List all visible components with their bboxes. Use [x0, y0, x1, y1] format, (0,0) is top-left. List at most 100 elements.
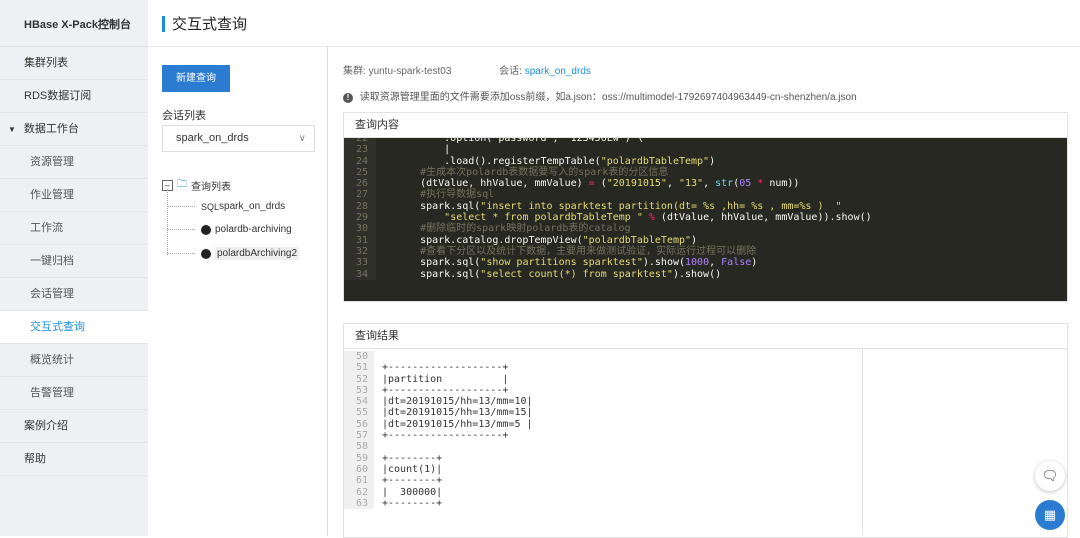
code-text: #删除临时的spark映射polardb表的catalog: [376, 223, 630, 234]
code-token: spark.catalog.dropTempView(: [396, 234, 583, 246]
cluster-label: 集群:: [343, 66, 366, 77]
sidebar-item-2[interactable]: ▼ 数据工作台: [0, 113, 148, 146]
session-link[interactable]: spark_on_drds: [525, 66, 591, 77]
result-line: 59 +--------+: [344, 452, 1067, 464]
code-text: (dtValue, hhValue, mmValue) = ("20191015…: [376, 178, 799, 189]
line-number: 58: [344, 441, 374, 453]
code-line: 28 spark.sql("insert into sparktest part…: [344, 200, 1067, 213]
session-select[interactable]: spark_on_drds ∨: [162, 125, 315, 152]
result-text: [374, 441, 382, 452]
tree-node[interactable]: polardbArchiving2: [167, 247, 300, 260]
python-icon: [201, 224, 211, 235]
tree-connector: [167, 253, 195, 254]
code-token: (: [594, 178, 607, 190]
code-line: 27 #执行导数据sql: [344, 189, 1067, 201]
result-line: 51 +-------------------+: [344, 362, 1067, 374]
sidebar-item-0[interactable]: 集群列表: [0, 47, 148, 80]
code-token: (dtValue, hhValue, mmValue)).show(): [660, 212, 872, 224]
tree-line: [167, 189, 168, 255]
code-token: spark.sql(: [396, 257, 481, 269]
sidebar-item-label: 一键归档: [30, 255, 74, 267]
tree-root[interactable]: – 🗀 查询列表: [162, 177, 231, 194]
sidebar-item-7[interactable]: 会话管理: [0, 278, 148, 311]
code-token: ,: [709, 257, 722, 269]
sidebar-item-4[interactable]: 作业管理: [0, 179, 148, 212]
line-number: 34: [344, 268, 376, 280]
sidebar-item-label: 数据工作台: [23, 123, 79, 135]
code-token: str: [715, 178, 734, 190]
line-number: 23: [344, 144, 376, 156]
result-text: |count(1)|: [382, 463, 443, 475]
code-text: .load().registerTempTable("polardbTableT…: [376, 156, 715, 167]
code-editor[interactable]: 22 .option("password", "123456Lw") \ 23 |…: [344, 138, 1067, 301]
tree-node-label: polardb-archiving: [215, 224, 292, 235]
code-line: 31 spark.catalog.dropTempView("polardbTa…: [344, 234, 1067, 246]
code-token: |: [396, 144, 451, 156]
print-margin-line: [862, 349, 863, 535]
code-text: spark.sql("insert into sparktest partiti…: [376, 200, 841, 212]
code-line: 34 spark.sql("select count(*) from spark…: [344, 268, 1067, 280]
sidebar-item-1[interactable]: RDS数据订阅: [0, 80, 148, 113]
code-token: "polardbTableTemp": [582, 234, 692, 246]
line-number: 24: [344, 155, 376, 167]
result-editor[interactable]: 50 51 +-------------------+ 52 |partition | 5…: [344, 349, 1067, 535]
apps-icon[interactable]: ▦: [1035, 500, 1065, 530]
query-tree: – 🗀 查询列表 SQL spark_on_drds polardb-archiv…: [162, 177, 300, 260]
code-token: 05: [739, 178, 752, 190]
code-token: False: [721, 257, 752, 269]
sidebar-item-5[interactable]: 工作流: [0, 212, 148, 245]
sidebar-item-10[interactable]: 告警管理: [0, 377, 148, 410]
code-token: ,: [666, 178, 679, 190]
tree-node[interactable]: SQL spark_on_drds: [167, 201, 285, 212]
line-number: 54: [344, 396, 374, 408]
chevron-down-icon: ∨: [298, 133, 306, 144]
sidebar-item-label: 案例介绍: [24, 420, 68, 432]
result-line: 57 +-------------------+: [344, 430, 1067, 442]
line-number: 31: [344, 234, 376, 246]
result-line: 62 | 300000|: [344, 486, 1067, 498]
sidebar-item-11[interactable]: 案例介绍: [0, 410, 148, 443]
result-text: +-------------------+: [382, 362, 509, 374]
code-token: ).show(): [672, 268, 722, 280]
tree-root-label: 查询列表: [191, 182, 231, 193]
code-token: %: [642, 212, 661, 224]
session-info: 集群: yuntu-spark-test03 会话: spark_on_drds: [343, 62, 591, 77]
code-line: 30 #删除临时的spark映射polardb表的catalog: [344, 223, 1067, 235]
tree-node[interactable]: polardb-archiving: [167, 224, 292, 235]
result-text: |dt=20191015/hh=13/mm=5 |: [382, 418, 533, 430]
info-icon: !: [343, 93, 353, 103]
code-text: spark.sql("show partitions sparktest").s…: [376, 257, 757, 268]
code-token: *: [751, 178, 770, 190]
new-query-button[interactable]: 新建查询: [162, 65, 230, 92]
code-token: .option("password", "123456Lw") \: [396, 138, 643, 144]
code-line: 29 "select * from polardbTableTemp " % (…: [344, 212, 1067, 224]
sidebar-item-label: 资源管理: [30, 156, 74, 168]
result-text: [374, 351, 382, 362]
code-token: (dtValue, hhValue, mmValue): [396, 178, 589, 190]
tree-node-label: polardbArchiving2: [215, 247, 300, 260]
line-number: 27: [344, 189, 376, 201]
page-title: 交互式查询: [172, 16, 248, 33]
line-number: 50: [344, 351, 374, 363]
sidebar: HBase X-Pack控制台 集群列表 RDS数据订阅 ▼ 数据工作台 资源管理 作业管…: [0, 0, 148, 536]
line-number: 60: [344, 463, 374, 476]
tree-connector: [167, 229, 195, 230]
code-token: "select * from polardbTableTemp ": [444, 212, 643, 224]
result-text: +--------+: [382, 452, 443, 464]
session-list-label: 会话列表: [162, 110, 206, 122]
sidebar-item-9[interactable]: 概览统计: [0, 344, 148, 377]
sidebar-item-3[interactable]: 资源管理: [0, 146, 148, 179]
code-token: spark.sql(: [396, 200, 481, 212]
line-number: 51: [344, 362, 374, 374]
chat-icon[interactable]: 🗨: [1035, 461, 1065, 491]
sidebar-item-12[interactable]: 帮助: [0, 443, 148, 476]
line-number: 63: [344, 497, 374, 510]
code-token: .load().registerTempTable(: [396, 155, 601, 167]
result-text: | 300000|: [382, 486, 443, 498]
sidebar-item-label: 会话管理: [30, 288, 74, 300]
folder-icon: 🗀: [177, 179, 187, 190]
sidebar-item-6[interactable]: 一键归档: [0, 245, 148, 278]
main-content: 集群: yuntu-spark-test03 会话: spark_on_drds…: [328, 47, 1080, 538]
sidebar-item-8[interactable]: 交互式查询: [0, 311, 148, 344]
